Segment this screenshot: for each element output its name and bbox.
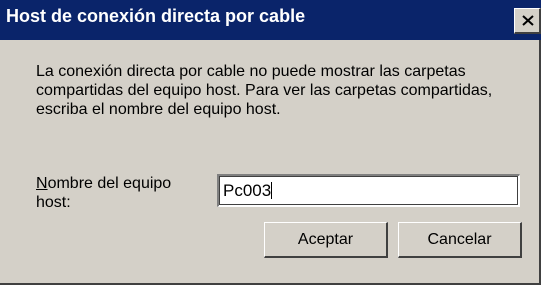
host-name-input[interactable]: Pc003: [217, 174, 520, 207]
host-name-value: Pc003: [223, 181, 272, 200]
close-button[interactable]: [514, 8, 541, 34]
title-bar[interactable]: Host de conexión directa por cable: [0, 0, 541, 40]
host-dialog: Host de conexión directa por cable La co…: [0, 0, 541, 285]
cancel-button[interactable]: Cancelar: [398, 222, 522, 258]
close-icon: [522, 15, 534, 26]
host-name-label-accelerator: N: [36, 175, 48, 192]
accept-button[interactable]: Aceptar: [264, 222, 388, 258]
dialog-message: La conexión directa por cable no puede m…: [36, 63, 493, 118]
host-name-label-text: ombre del equipo host:: [36, 175, 172, 211]
window-title: Host de conexión directa por cable: [6, 6, 306, 26]
host-name-label: Nombre del equipo host:: [36, 174, 206, 212]
text-caret: [271, 182, 273, 199]
